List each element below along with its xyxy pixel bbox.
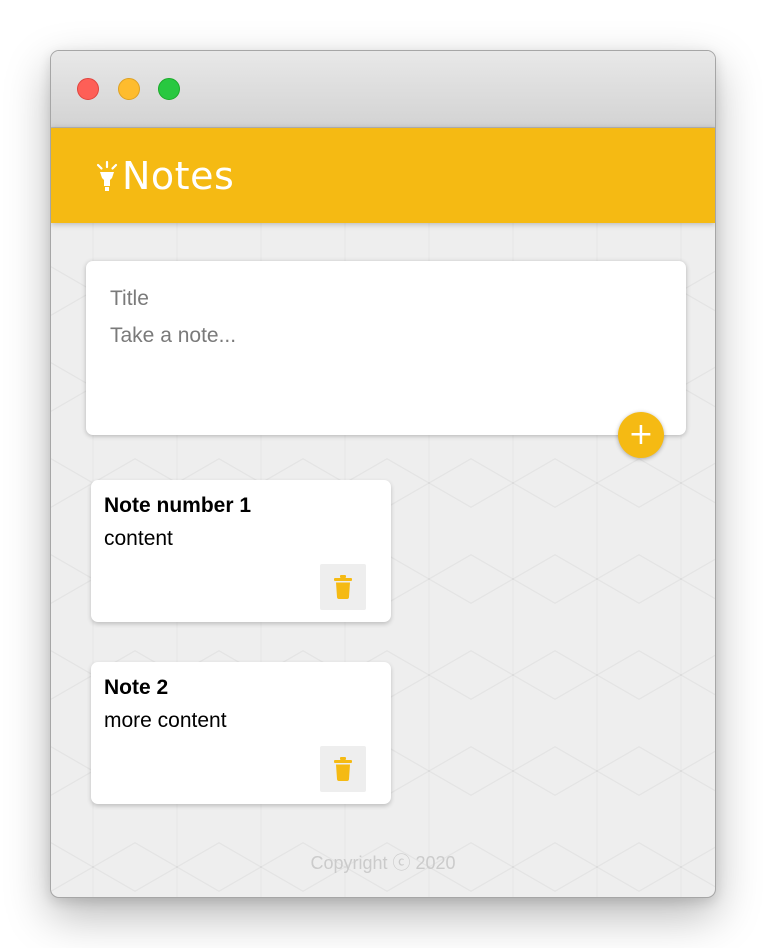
trash-icon xyxy=(334,575,352,599)
app-window: Notes + Note number 1 content Note 2 mor… xyxy=(50,50,716,898)
note-card: Note 2 more content xyxy=(91,662,391,804)
app-header: Notes xyxy=(51,128,715,223)
maximize-window-button[interactable] xyxy=(158,78,180,100)
add-note-button[interactable]: + xyxy=(618,412,664,458)
note-content: more content xyxy=(104,709,227,732)
note-content-input[interactable] xyxy=(110,323,660,413)
note-content: content xyxy=(104,527,173,550)
note-title: Note 2 xyxy=(104,676,169,699)
highlight-lamp-icon xyxy=(96,160,118,191)
plus-icon: + xyxy=(628,417,654,452)
copyright-text: Copyright ⓒ 2020 xyxy=(310,853,456,873)
create-note-form xyxy=(86,261,686,435)
delete-note-button[interactable] xyxy=(320,564,366,610)
delete-note-button[interactable] xyxy=(320,746,366,792)
note-title-input[interactable] xyxy=(110,285,660,313)
app-logo: Notes xyxy=(95,154,234,198)
app-title: Notes xyxy=(122,154,235,198)
window-titlebar xyxy=(51,51,715,128)
trash-icon xyxy=(334,757,352,781)
note-title: Note number 1 xyxy=(104,494,252,517)
close-window-button[interactable] xyxy=(77,78,99,100)
footer: Copyright ⓒ 2020 xyxy=(51,849,715,875)
note-card: Note number 1 content xyxy=(91,480,391,622)
minimize-window-button[interactable] xyxy=(118,78,140,100)
